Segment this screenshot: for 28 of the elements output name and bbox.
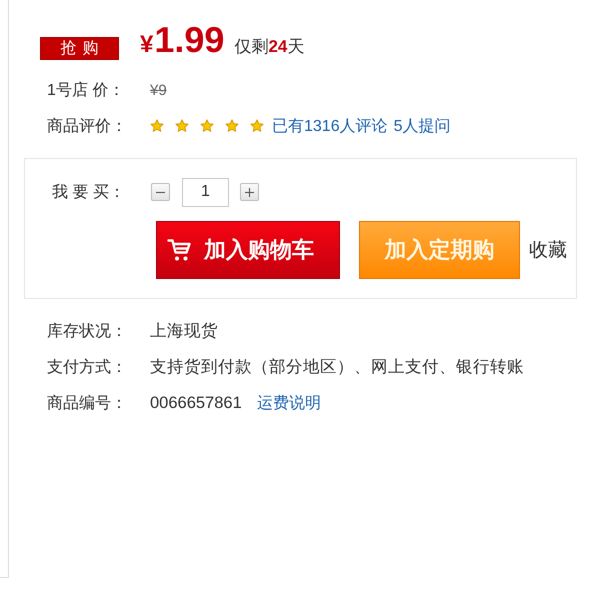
- quantity-label: 我 要 买：: [52, 182, 126, 202]
- decrease-button[interactable]: [151, 183, 170, 201]
- star-icon: [175, 119, 189, 133]
- detail-label: 支付方式：: [47, 358, 128, 378]
- star-icon: [225, 119, 239, 133]
- star-icon: [250, 119, 264, 133]
- days-remaining: 仅剩24天: [234, 36, 304, 58]
- plus-icon: [245, 188, 254, 196]
- cart-icon: [167, 238, 192, 262]
- list-price: ¥9: [150, 82, 167, 98]
- questions-link[interactable]: 5人提问: [394, 116, 450, 136]
- detail-value: 0066657861: [150, 394, 242, 412]
- list-price-label: 1号店 价：: [47, 80, 126, 100]
- quantity-field[interactable]: 1: [182, 178, 229, 206]
- reviews-link[interactable]: 已有1316人评论: [272, 116, 388, 136]
- add-to-cart-button[interactable]: 加入购物车: [156, 221, 340, 279]
- increase-button[interactable]: [240, 183, 259, 201]
- detail-label: 库存状况：: [47, 322, 128, 342]
- favorite-link[interactable]: 收藏: [529, 237, 567, 263]
- shipping-info-link[interactable]: 运费说明: [256, 392, 321, 414]
- detail-label: 商品编号：: [47, 394, 128, 414]
- sale-price: ¥1.99: [140, 20, 224, 62]
- detail-value: 支持货到付款（部分地区）、网上支付、银行转账: [150, 357, 524, 378]
- flash-sale-badge: 抢购: [40, 37, 119, 60]
- star-icon: [200, 119, 214, 133]
- star-icon: [150, 119, 164, 133]
- rating-label: 商品评价：: [47, 116, 128, 136]
- detail-value: 上海现货: [150, 321, 218, 342]
